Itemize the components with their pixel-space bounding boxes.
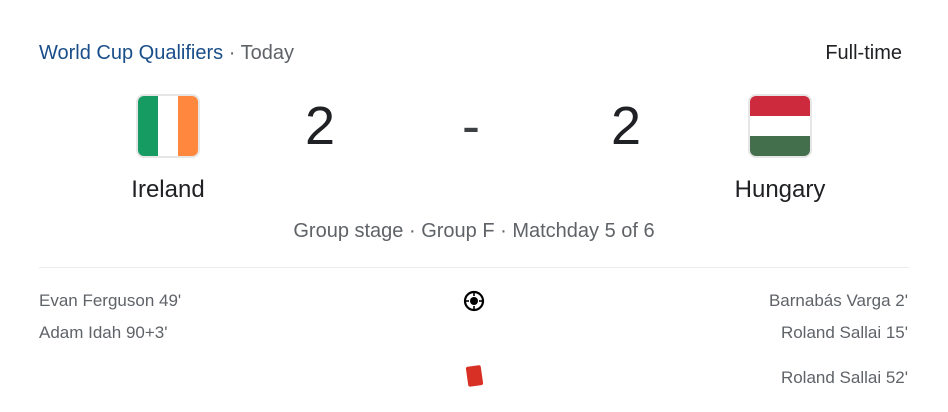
flag-stripe	[750, 136, 810, 156]
flag-stripe	[158, 96, 178, 156]
ireland-flag-icon[interactable]	[138, 96, 198, 156]
header-separator: ·	[228, 41, 236, 64]
away-goal-event: Roland Sallai 15'	[780, 323, 908, 342]
match-date: Today	[240, 41, 294, 64]
flag-stripe	[138, 96, 158, 156]
away-goal-event: Barnabás Varga 2'	[768, 291, 908, 310]
away-team-name[interactable]: Hungary	[680, 176, 880, 204]
home-team-name[interactable]: Ireland	[68, 176, 268, 204]
divider	[39, 267, 909, 268]
flag-stripe	[178, 96, 198, 156]
competition-line: World Cup Qualifiers · Today	[39, 42, 294, 65]
flag-stripe	[750, 96, 810, 116]
soccer-ball-icon	[463, 290, 485, 312]
home-goal-event: Adam Idah 90+3'	[39, 323, 168, 342]
flag-stripe	[750, 116, 810, 136]
away-red-card-event: Roland Sallai 52'	[780, 368, 908, 387]
score-separator: -	[462, 96, 480, 156]
match-header: World Cup Qualifiers · Today Full-time	[39, 40, 902, 66]
home-goal-event: Evan Ferguson 49'	[39, 291, 182, 310]
hungary-flag-icon[interactable]	[750, 96, 810, 156]
match-stage: Group stage · Group F · Matchday 5 of 6	[293, 220, 655, 242]
red-card-icon	[463, 364, 485, 388]
match-status: Full-time	[825, 41, 902, 64]
away-score: 2	[611, 96, 642, 156]
home-score: 2	[305, 96, 336, 156]
competition-link[interactable]: World Cup Qualifiers	[39, 42, 223, 64]
